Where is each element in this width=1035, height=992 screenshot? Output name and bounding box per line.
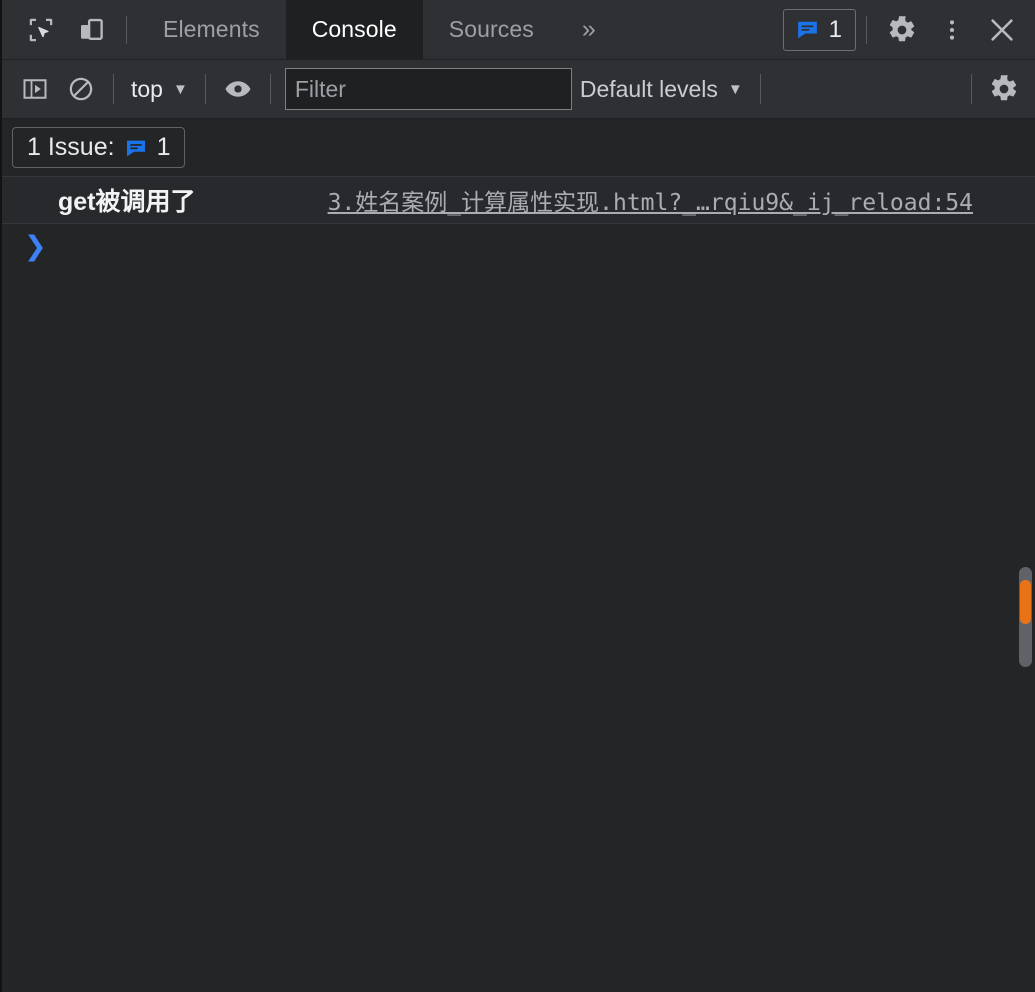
tab-elements[interactable]: Elements	[137, 0, 286, 59]
console-settings-button[interactable]	[981, 66, 1027, 112]
issues-badge-button[interactable]: 1	[782, 8, 856, 51]
close-icon	[987, 15, 1017, 45]
devtools-tab-list: Elements Console Sources »	[137, 0, 618, 59]
console-toolbar: top ▼ Filter Default levels ▼	[2, 60, 1035, 119]
console-prompt-input[interactable]	[47, 224, 1035, 268]
console-filter-placeholder: Filter	[294, 75, 346, 102]
inspect-element-icon	[26, 15, 56, 45]
console-message-source-link[interactable]: 3.姓名案例_计算属性实现.html?_…rqiu9&_ij_reload:54	[328, 183, 973, 217]
device-toolbar-button[interactable]	[66, 1, 116, 59]
inspect-element-button[interactable]	[16, 1, 66, 59]
clear-console-button[interactable]	[58, 66, 104, 112]
tab-console[interactable]: Console	[285, 0, 423, 59]
devtools-panel: Elements Console Sources » 1 top ▼ Filte…	[0, 0, 1035, 992]
three-dot-menu-icon	[939, 17, 965, 43]
chevron-down-icon: ▼	[172, 80, 188, 98]
console-message-text: get被调用了	[58, 188, 196, 216]
console-filter-input[interactable]: Filter	[284, 68, 572, 110]
console-toolbar-divider-2	[204, 74, 206, 104]
issue-message-icon	[795, 17, 820, 42]
issues-badge-count: 1	[828, 15, 842, 43]
devtools-more-options-button[interactable]	[927, 1, 977, 59]
live-expression-button[interactable]	[215, 66, 261, 112]
console-prompt-caret-icon: ❯	[24, 230, 47, 262]
chevron-down-icon: ▼	[727, 80, 743, 98]
live-expression-eye-icon	[223, 74, 253, 104]
tab-console-label: Console	[311, 16, 397, 42]
console-prompt-row[interactable]: ❯	[2, 224, 1035, 268]
console-settings-gear-icon	[989, 74, 1019, 104]
issues-bar-count: 1	[156, 133, 171, 161]
tab-elements-label: Elements	[163, 16, 260, 42]
console-scrollbar[interactable]	[1019, 567, 1032, 667]
tab-sources[interactable]: Sources	[423, 0, 560, 59]
issue-message-icon	[124, 136, 148, 160]
console-toolbar-divider-1	[113, 74, 114, 104]
console-toolbar-divider-3	[269, 74, 271, 104]
chevron-double-right-icon: »	[581, 15, 596, 43]
tabbar-right-tools: 1	[782, 0, 1035, 59]
devtools-settings-button[interactable]	[877, 1, 927, 59]
log-levels-label: Default levels	[579, 75, 718, 102]
clear-console-icon	[67, 75, 95, 103]
console-sidebar-icon	[21, 75, 49, 103]
tabbar-left-tools	[2, 0, 137, 59]
execution-context-dropdown[interactable]: top ▼	[123, 76, 196, 103]
tabbar-divider	[126, 15, 127, 44]
log-levels-dropdown[interactable]: Default levels ▼	[572, 76, 751, 103]
console-message-row[interactable]: get被调用了 3.姓名案例_计算属性实现.html?_…rqiu9&_ij_r…	[2, 177, 1035, 224]
device-toolbar-icon	[76, 15, 106, 45]
tab-sources-label: Sources	[448, 16, 534, 42]
console-scrollbar-issue-marker[interactable]	[1020, 580, 1031, 624]
console-toolbar-divider-4	[759, 74, 761, 104]
gear-icon	[887, 15, 917, 45]
issues-bar-label: 1 Issue:	[27, 133, 115, 161]
more-tabs-button[interactable]: »	[560, 0, 618, 59]
console-issues-bar: 1 Issue: 1	[2, 119, 1035, 177]
console-sidebar-toggle-button[interactable]	[12, 66, 58, 112]
issues-bar-button[interactable]: 1 Issue: 1	[12, 127, 186, 168]
devtools-close-button[interactable]	[977, 1, 1027, 59]
tabbar-right-divider	[866, 15, 867, 44]
console-message-area: get被调用了 3.姓名案例_计算属性实现.html?_…rqiu9&_ij_r…	[2, 177, 1035, 992]
devtools-tabbar: Elements Console Sources » 1	[2, 0, 1035, 60]
console-toolbar-divider-5	[971, 74, 972, 104]
execution-context-label: top	[131, 75, 163, 102]
